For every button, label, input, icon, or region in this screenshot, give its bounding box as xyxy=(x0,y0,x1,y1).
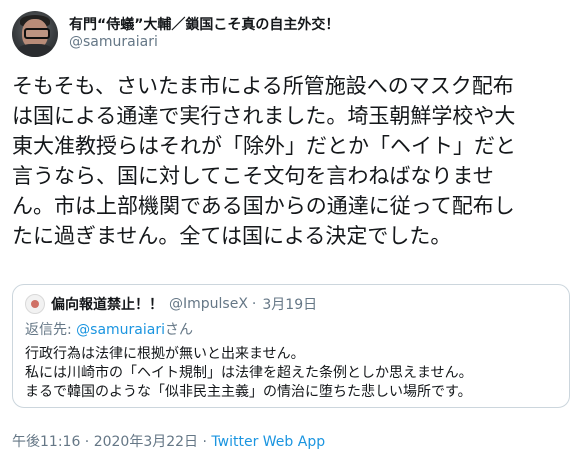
tweet-metadata: 午後11:16 · 2020年3月22日 · Twitter Web App xyxy=(12,431,325,451)
author-info[interactable]: 有門“侍蟻”大輔／鎖国こそ真の自主外交！ @samuraiari xyxy=(69,17,339,52)
tweet-line: 東大准教授らはそれが「除外」だとか「ヘイト」だと xyxy=(12,134,516,158)
tweet-text: そもそも、さいたま市による所管施設へのマスク配布 は国による通達で実行されました… xyxy=(12,71,572,251)
author-handle[interactable]: @samuraiari xyxy=(69,34,339,52)
quoted-tweet-text: 行政行為は法律に根拠が無いと出来ません。 私には川崎市の「ヘイト規制」は法律を超… xyxy=(25,345,559,402)
tweet-header: 有門“侍蟻”大輔／鎖国こそ真の自主外交！ @samuraiari xyxy=(12,10,572,58)
quoted-tweet[interactable]: 偏向報道禁止！！ @ImpulseX · 3月19日 返信先: @samurai… xyxy=(12,284,570,408)
quoted-line: 行政行為は法律に根拠が無いと出来ません。 xyxy=(25,346,305,362)
author-avatar[interactable] xyxy=(12,11,58,57)
tweet-card: 有門“侍蟻”大輔／鎖国こそ真の自主外交！ @samuraiari そもそも、さい… xyxy=(0,0,586,461)
avatar-shirt xyxy=(16,44,54,57)
quoted-line: 私には川崎市の「ヘイト規制」は法律を超えた条例としか思えません。 xyxy=(25,365,473,381)
quoted-author-name: 偏向報道禁止！！ xyxy=(51,297,163,313)
tweet-line: 言うなら、国に対してこそ文句を言わねばなりませ xyxy=(12,164,494,188)
tweet-line: そもそも、さいたま市による所管施設へのマスク配布 xyxy=(12,74,514,98)
quoted-line: まるで韓国のような「似非民主主義」の情治に堕ちた悲しい場所です。 xyxy=(25,384,472,400)
quoted-reply-suffix: さん xyxy=(165,322,194,338)
quoted-tweet-header: 偏向報道禁止！！ @ImpulseX · 3月19日 xyxy=(25,292,559,316)
quoted-author-handle: @ImpulseX xyxy=(169,296,248,312)
tweet-line: ん。市は上部機関である国からの通達に従って配布し xyxy=(12,194,515,218)
quoted-reply-prefix: 返信先: xyxy=(25,322,77,338)
tweet-line: は国による通達で実行されました。埼玉朝鮮学校や大 xyxy=(12,104,516,128)
quoted-reply-mention[interactable]: @samuraiari xyxy=(76,322,165,338)
author-display-name[interactable]: 有門“侍蟻”大輔／鎖国こそ真の自主外交！ xyxy=(69,17,339,35)
tweet-timestamp[interactable]: 午後11:16 · 2020年3月22日 · xyxy=(12,434,211,450)
quoted-date: 3月19日 xyxy=(262,297,318,313)
quoted-separator: · xyxy=(251,296,257,312)
quoted-author-avatar xyxy=(25,294,45,314)
avatar-glasses xyxy=(24,28,50,39)
tweet-source-app[interactable]: Twitter Web App xyxy=(211,434,325,450)
tweet-line: たに過ぎません。全ては国による決定でした。 xyxy=(12,224,452,248)
quoted-reply-line: 返信先: @samuraiariさん xyxy=(25,320,559,340)
